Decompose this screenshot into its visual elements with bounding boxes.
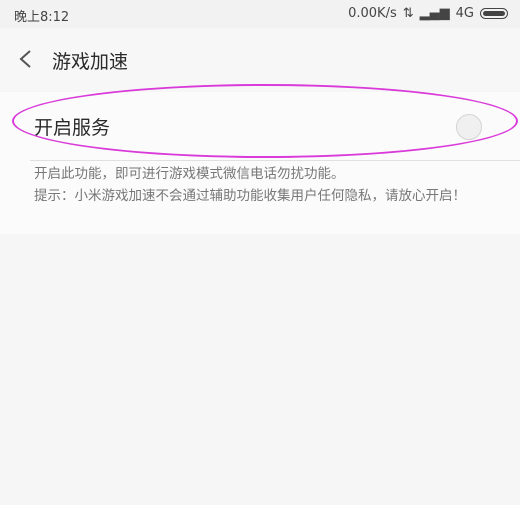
service-toggle-label: 开启服务: [34, 117, 111, 139]
signal-icon: ▂▄▆: [419, 6, 450, 21]
page-title: 游戏加速: [52, 51, 129, 73]
network-type: 4G: [455, 6, 474, 21]
description-line-privacy: 提示：小米游戏加速不会通过辅助功能收集用户任何隐私，请放心开启！: [34, 188, 466, 204]
status-bar: 晚上8:12 0.00K/s ⇅ ▂▄▆ 4G: [0, 0, 520, 28]
service-toggle-row[interactable]: 开启服务: [0, 92, 520, 160]
chevron-left-icon[interactable]: [16, 48, 36, 70]
battery-icon: [480, 8, 508, 19]
status-indicators: 0.00K/s ⇅ ▂▄▆ 4G: [348, 6, 508, 21]
service-toggle-switch[interactable]: [456, 114, 482, 140]
status-time: 晚上8:12: [14, 10, 70, 25]
data-transfer-icon: ⇅: [402, 6, 414, 21]
description-text: 开启此功能，即可进行游戏模式微信电话勿扰功能。 提示：小米游戏加速不会通过辅助功…: [34, 163, 510, 207]
network-speed: 0.00K/s: [348, 6, 397, 21]
app-header: 游戏加速: [0, 28, 520, 90]
divider: [30, 160, 520, 161]
description-line-feature: 开启此功能，即可进行游戏模式微信电话勿扰功能。: [34, 166, 345, 182]
